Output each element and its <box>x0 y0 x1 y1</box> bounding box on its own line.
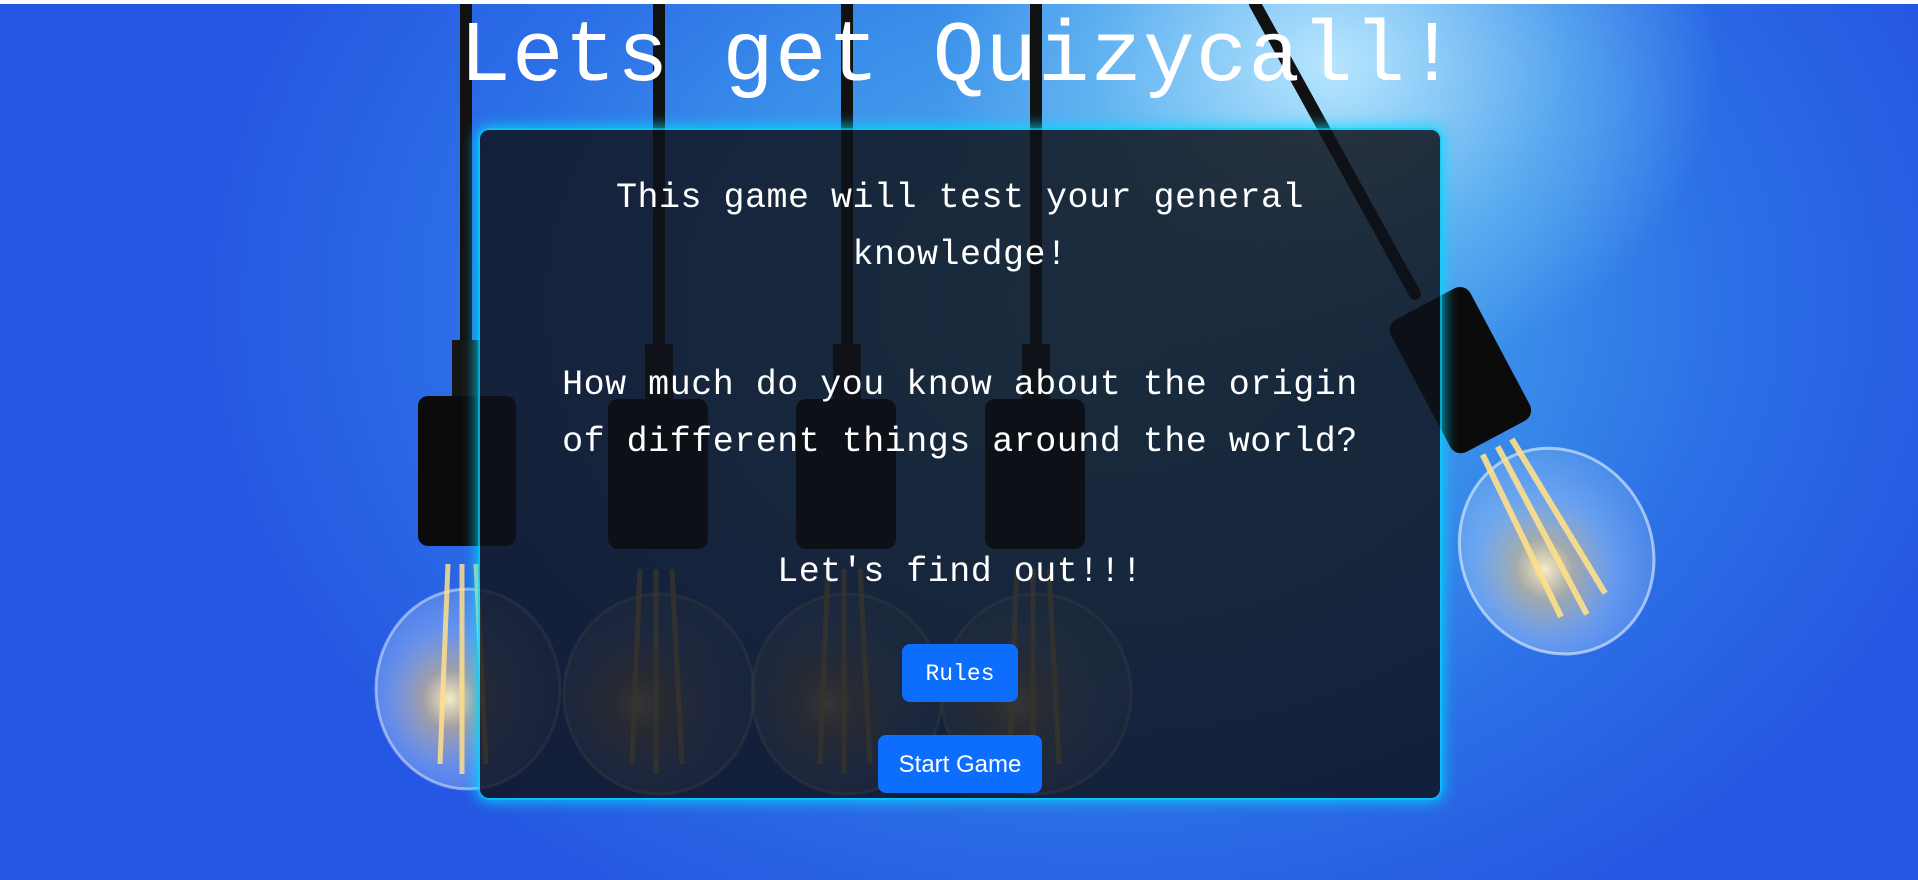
intro-text-find-out: Let's find out!!! <box>777 552 1143 592</box>
intro-text-origin-question: How much do you know about the origin of… <box>562 365 1358 462</box>
rules-button[interactable]: Rules <box>902 644 1018 702</box>
start-game-button[interactable]: Start Game <box>878 735 1042 793</box>
intro-text-general-knowledge: This game will test your general knowled… <box>615 178 1305 275</box>
intro-card: This game will test your general knowled… <box>480 130 1440 798</box>
page-title: Lets get Quizycall! <box>459 8 1459 106</box>
